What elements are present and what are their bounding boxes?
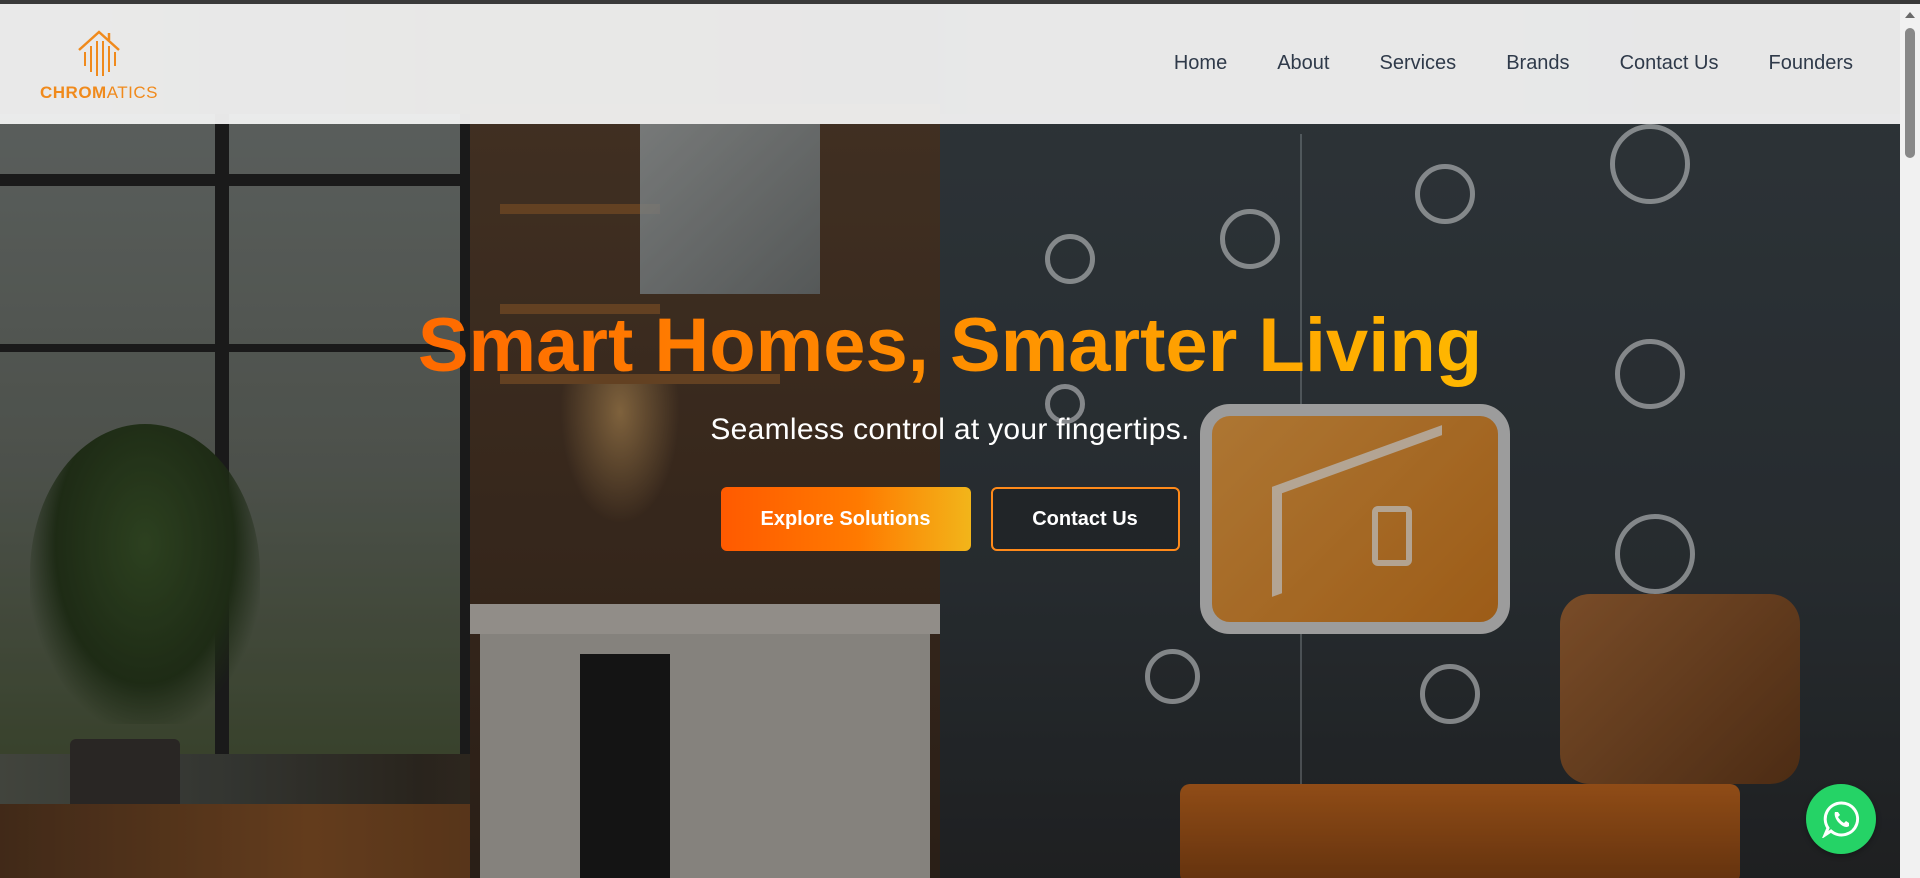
contact-us-button[interactable]: Contact Us [990, 487, 1180, 552]
brand-name-light: ATICS [106, 83, 159, 102]
explore-solutions-button[interactable]: Explore Solutions [720, 487, 971, 552]
whatsapp-button[interactable] [1806, 784, 1876, 854]
hero-headline: Smart Homes, Smarter Living [418, 300, 1482, 391]
nav-home[interactable]: Home [1174, 52, 1227, 75]
hero-cta-row: Explore Solutions Contact Us [0, 487, 1900, 552]
nav-brands[interactable]: Brands [1506, 52, 1569, 75]
site-header: CHROMATICS Home About Services Brands Co… [0, 4, 1900, 124]
nav-founders[interactable]: Founders [1769, 52, 1854, 75]
brand-name-bold: CHROM [40, 83, 107, 102]
whatsapp-icon [1822, 801, 1860, 838]
brand-logo[interactable]: CHROMATICS [40, 26, 160, 106]
logo-house-icon [78, 30, 120, 76]
nav-about[interactable]: About [1277, 52, 1329, 75]
page-scrollbar[interactable] [1900, 4, 1920, 878]
hero-content: Smart Homes, Smarter Living Seamless con… [0, 300, 1900, 552]
nav-services[interactable]: Services [1379, 52, 1456, 75]
nav-contact-us[interactable]: Contact Us [1620, 52, 1719, 75]
main-nav: Home About Services Brands Contact Us Fo… [1174, 52, 1853, 75]
scrollbar-thumb[interactable] [1905, 28, 1915, 158]
scroll-up-arrow-icon[interactable] [1905, 12, 1915, 18]
hero-subtitle: Seamless control at your fingertips. [710, 413, 1190, 447]
brand-name: CHROMATICS [40, 83, 158, 103]
